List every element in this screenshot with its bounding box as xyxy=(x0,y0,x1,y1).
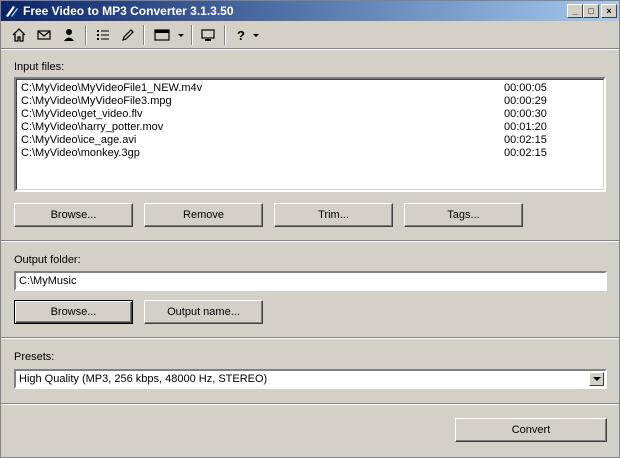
maximize-button[interactable]: □ xyxy=(583,4,599,18)
browse-output-button[interactable]: Browse... xyxy=(14,300,133,324)
divider xyxy=(1,240,619,242)
browse-input-button[interactable]: Browse... xyxy=(14,203,133,227)
convert-button[interactable]: Convert xyxy=(455,418,607,442)
list-item[interactable]: C:\MyVideo\ice_age.avi 00:02:15 xyxy=(21,134,601,147)
window-title: Free Video to MP3 Converter 3.1.3.50 xyxy=(23,4,234,18)
toolbar-separator xyxy=(143,25,145,45)
email-icon[interactable] xyxy=(34,25,54,45)
toolbar: ? xyxy=(1,22,619,48)
tags-button[interactable]: Tags... xyxy=(404,203,523,227)
divider xyxy=(1,337,619,339)
list-item[interactable]: C:\MyVideo\MyVideoFile3.mpg 00:00:29 xyxy=(21,95,601,108)
toolbar-separator xyxy=(191,25,193,45)
remove-button[interactable]: Remove xyxy=(144,203,263,227)
list-item[interactable]: C:\MyVideo\monkey.3gp 00:02:15 xyxy=(21,147,601,160)
output-folder-value: C:\MyMusic xyxy=(19,275,77,287)
presets-label: Presets: xyxy=(14,351,55,363)
minimize-button[interactable]: _ xyxy=(567,4,583,18)
title-bar[interactable]: Free Video to MP3 Converter 3.1.3.50 _ □… xyxy=(1,1,619,21)
presets-selected-value: High Quality (MP3, 256 kbps, 48000 Hz, S… xyxy=(19,373,268,385)
output-folder-label: Output folder: xyxy=(14,254,81,266)
help-dropdown-icon[interactable]: ? xyxy=(231,25,267,45)
toolbar-separator xyxy=(85,25,87,45)
chevron-down-icon[interactable] xyxy=(589,372,604,386)
app-window: Free Video to MP3 Converter 3.1.3.50 _ □… xyxy=(0,0,620,458)
divider xyxy=(1,48,619,50)
input-files-list[interactable]: C:\MyVideo\MyVideoFile1_NEW.m4v 00:00:05… xyxy=(14,77,606,192)
list-item[interactable]: C:\MyVideo\MyVideoFile1_NEW.m4v 00:00:05 xyxy=(21,82,601,95)
window-dropdown-icon[interactable] xyxy=(151,25,187,45)
output-name-button[interactable]: Output name... xyxy=(144,300,263,324)
presets-select[interactable]: High Quality (MP3, 256 kbps, 48000 Hz, S… xyxy=(14,369,607,389)
toolbar-separator xyxy=(224,25,226,45)
trim-button[interactable]: Trim... xyxy=(274,203,393,227)
list-item[interactable]: C:\MyVideo\harry_potter.mov 00:01:20 xyxy=(21,121,601,134)
divider xyxy=(1,403,619,405)
list-item[interactable]: C:\MyVideo\get_video.flv 00:00:30 xyxy=(21,108,601,121)
help-label: ? xyxy=(237,27,245,43)
monitor-icon[interactable] xyxy=(198,25,218,45)
home-icon[interactable] xyxy=(9,25,29,45)
app-logo-icon xyxy=(6,6,18,17)
user-icon[interactable] xyxy=(59,25,79,45)
input-files-label: Input files: xyxy=(14,61,65,73)
list-icon[interactable] xyxy=(93,25,113,45)
close-button[interactable]: × xyxy=(601,4,617,18)
output-folder-field[interactable]: C:\MyMusic xyxy=(14,271,607,291)
pencil-icon[interactable] xyxy=(118,25,138,45)
